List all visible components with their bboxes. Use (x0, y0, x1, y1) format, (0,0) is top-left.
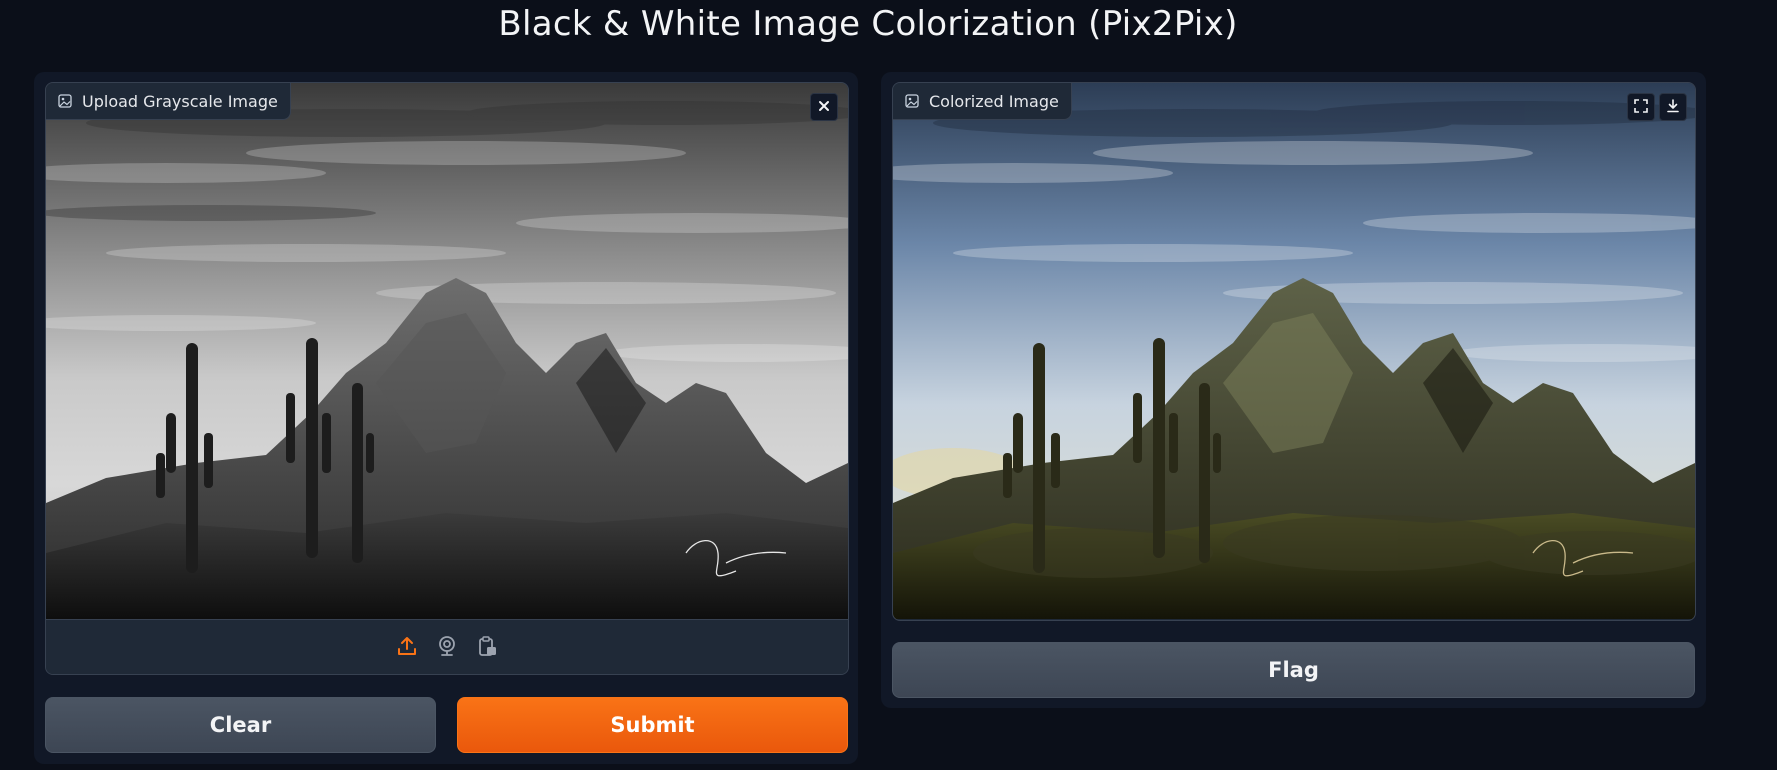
grayscale-photo (46, 83, 848, 619)
colorized-photo (893, 83, 1695, 619)
fullscreen-button[interactable] (1627, 93, 1655, 121)
submit-button[interactable]: Submit (457, 697, 848, 753)
image-icon (58, 94, 72, 108)
clear-image-button[interactable] (810, 93, 838, 121)
colorized-image-output: Colorized Image (892, 82, 1696, 621)
download-icon (1666, 98, 1680, 117)
page-title: Black & White Image Colorization (Pix2Pi… (498, 4, 1238, 44)
flag-button[interactable]: Flag (892, 642, 1695, 698)
clipboard-source-button[interactable] (474, 635, 500, 661)
close-icon (817, 98, 831, 117)
webcam-source-button[interactable] (434, 635, 460, 661)
image-source-toolbar (46, 619, 848, 674)
clear-button[interactable]: Clear (45, 697, 436, 753)
input-image-label: Upload Grayscale Image (46, 83, 291, 120)
output-image-label: Colorized Image (893, 83, 1072, 120)
output-image-label-text: Colorized Image (929, 91, 1059, 111)
upload-source-button[interactable] (394, 635, 420, 661)
clipboard-icon (476, 635, 498, 661)
grayscale-image-input[interactable]: Upload Grayscale Image (45, 82, 849, 675)
app-root: Black & White Image Colorization (Pix2Pi… (0, 0, 1777, 770)
image-icon (905, 94, 919, 108)
upload-icon (396, 635, 418, 661)
webcam-icon (436, 635, 458, 661)
input-image-label-text: Upload Grayscale Image (82, 91, 278, 111)
fullscreen-icon (1634, 98, 1648, 117)
download-button[interactable] (1659, 93, 1687, 121)
